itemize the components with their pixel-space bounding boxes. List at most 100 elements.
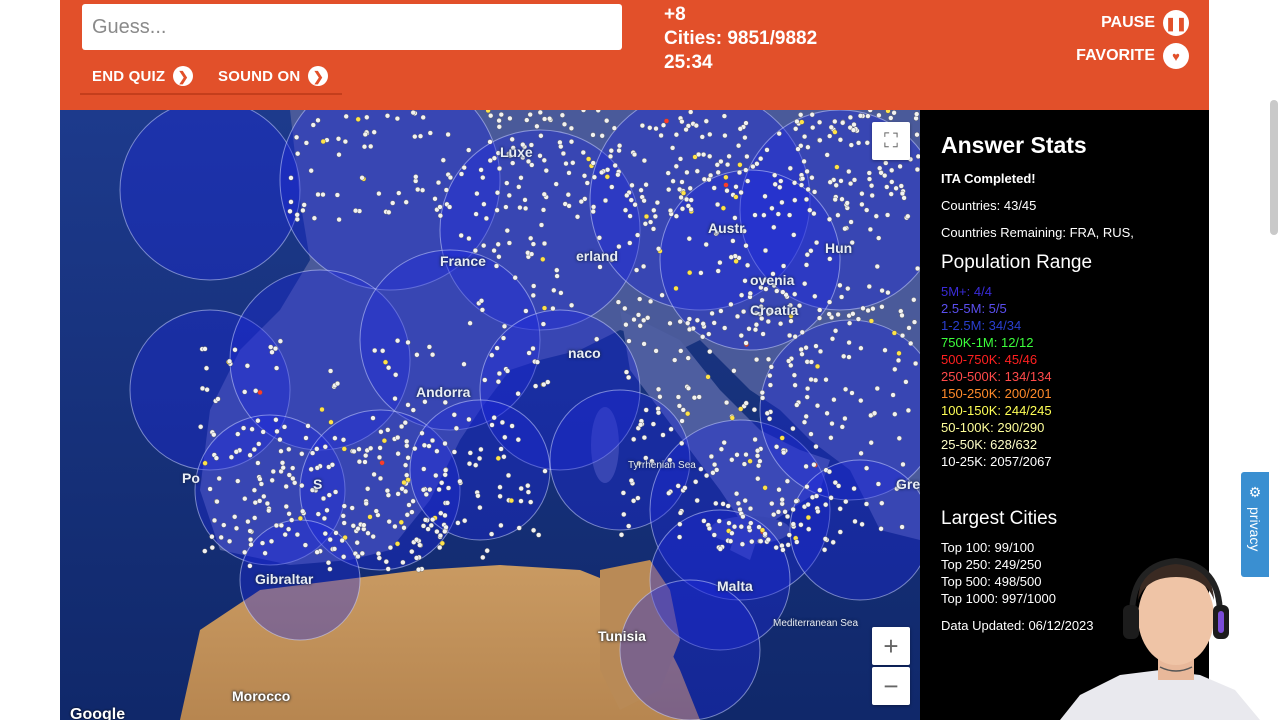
favorite-button[interactable]: FAVORITE ♥ — [1076, 43, 1189, 69]
action-divider — [80, 93, 342, 95]
city-marker — [292, 480, 298, 486]
city-marker — [359, 175, 365, 181]
largest-row: Top 250: 249/250 — [941, 557, 1042, 572]
city-marker — [706, 525, 713, 532]
city-marker — [851, 122, 857, 128]
city-marker — [842, 415, 848, 422]
zoom-out-button[interactable]: − — [872, 667, 910, 705]
city-marker — [590, 132, 596, 138]
city-marker — [738, 333, 744, 339]
city-marker — [707, 153, 713, 159]
city-marker — [294, 216, 300, 222]
city-marker — [442, 472, 448, 478]
city-marker — [734, 452, 740, 458]
gear-icon: ⚙ — [1248, 484, 1262, 500]
city-marker — [322, 444, 328, 450]
city-marker — [911, 297, 917, 303]
city-marker — [409, 549, 415, 555]
city-marker — [821, 547, 828, 553]
city-marker — [356, 459, 363, 465]
city-marker — [851, 177, 858, 183]
city-marker — [616, 147, 622, 154]
city-marker — [437, 544, 443, 551]
city-marker — [774, 288, 780, 294]
city-marker — [478, 446, 484, 453]
city-marker — [286, 446, 292, 452]
city-marker — [308, 466, 314, 472]
city-marker — [860, 305, 866, 311]
city-marker — [845, 286, 851, 292]
city-marker — [341, 446, 347, 452]
city-marker — [676, 186, 683, 193]
city-marker — [857, 113, 864, 119]
end-quiz-button[interactable]: END QUIZ ❯ — [92, 65, 194, 87]
quiz-map[interactable]: Luxe Austr Hun France erland ovenia Croa… — [60, 110, 920, 720]
fullscreen-button[interactable]: ⛶ — [872, 122, 910, 160]
city-marker — [655, 410, 662, 416]
city-marker — [404, 438, 410, 445]
city-marker — [895, 357, 902, 364]
city-marker — [863, 501, 870, 507]
city-marker — [748, 520, 754, 526]
city-marker — [677, 156, 684, 162]
city-marker — [320, 191, 326, 198]
city-marker — [792, 197, 798, 203]
pause-button[interactable]: PAUSE ❚❚ — [1101, 10, 1189, 36]
city-marker — [686, 326, 693, 333]
city-marker — [723, 182, 729, 188]
zoom-in-button[interactable]: + — [872, 627, 910, 665]
city-marker — [401, 479, 407, 486]
city-marker — [871, 410, 878, 416]
page-scrollbar[interactable] — [1270, 100, 1278, 235]
city-marker — [726, 153, 732, 159]
city-marker — [699, 134, 705, 140]
city-marker — [376, 555, 382, 561]
city-marker — [735, 143, 742, 149]
city-marker — [729, 530, 735, 536]
city-marker — [653, 126, 659, 132]
city-marker — [855, 140, 862, 146]
city-marker — [507, 115, 513, 121]
city-marker — [566, 170, 572, 176]
city-marker — [537, 153, 543, 159]
city-marker — [846, 354, 852, 360]
city-marker — [320, 138, 326, 145]
city-marker — [659, 292, 665, 298]
city-marker — [359, 550, 365, 557]
privacy-label: privacy — [1247, 507, 1263, 552]
city-marker — [570, 160, 576, 166]
city-marker — [591, 174, 598, 180]
city-marker — [355, 116, 361, 122]
map-label-monaco: naco — [568, 345, 601, 361]
city-marker — [355, 526, 361, 532]
city-marker — [478, 167, 484, 173]
city-marker — [827, 179, 833, 185]
city-marker — [299, 451, 305, 457]
city-marker — [295, 151, 301, 157]
city-marker — [829, 421, 835, 427]
city-marker — [628, 197, 634, 203]
city-marker — [805, 144, 811, 150]
city-marker — [488, 113, 494, 119]
city-marker — [637, 422, 644, 428]
city-marker — [420, 487, 427, 493]
guess-input[interactable] — [82, 4, 622, 50]
city-marker — [202, 460, 208, 466]
city-marker — [440, 157, 446, 163]
city-marker — [442, 399, 448, 406]
city-marker — [211, 432, 217, 438]
city-marker — [765, 318, 771, 325]
city-marker — [398, 519, 404, 525]
city-marker — [804, 252, 810, 258]
city-marker — [248, 542, 254, 548]
city-marker — [738, 524, 744, 530]
sound-toggle-button[interactable]: SOUND ON ❯ — [218, 65, 329, 87]
city-marker — [308, 168, 314, 174]
city-marker — [669, 145, 676, 151]
city-marker — [466, 147, 472, 153]
city-marker — [788, 318, 794, 324]
city-marker — [626, 523, 632, 529]
city-marker — [809, 175, 815, 181]
city-marker — [713, 500, 719, 507]
city-marker — [479, 307, 486, 313]
